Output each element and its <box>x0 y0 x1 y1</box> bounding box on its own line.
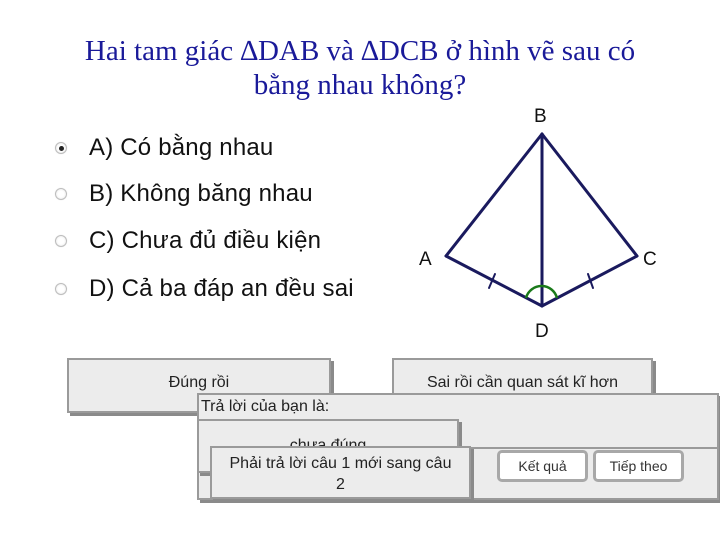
radio-icon[interactable] <box>55 235 67 247</box>
radio-icon[interactable] <box>55 283 67 295</box>
next-button[interactable]: Tiếp theo <box>593 450 684 482</box>
your-answer-label: Trả lời của bạn là: <box>201 398 330 415</box>
option-a-label: A) Có bằng nhau <box>89 134 274 161</box>
option-b-label: B) Không băng nhau <box>89 180 313 207</box>
must-answer-message-line-1: Phải trả lời câu 1 mới sang câu <box>229 455 452 472</box>
must-answer-message-line-2: 2 <box>336 476 345 493</box>
vertex-label-d: D <box>535 321 549 342</box>
must-answer-message-box: Phải trả lời câu 1 mới sang câu 2 <box>210 446 471 499</box>
vertex-label-c: C <box>643 249 657 270</box>
segment-bc <box>540 132 639 258</box>
option-a[interactable]: A) Có bằng nhau <box>55 133 273 163</box>
option-c-label: C) Chưa đủ điều kiện <box>89 227 322 254</box>
vertex-label-a: A <box>419 249 432 270</box>
option-d-label: D) Cả ba đáp an đều sai <box>89 275 354 302</box>
option-d[interactable]: D) Cả ba đáp an đều sai <box>55 274 354 304</box>
incorrect-feedback-text: Sai rồi cần quan sát kĩ hơn <box>426 374 619 391</box>
radio-selected-icon[interactable] <box>55 142 67 154</box>
segment-ad <box>444 254 544 308</box>
correct-feedback-text: Đúng rồi <box>168 374 230 391</box>
angle-mark-adb <box>524 284 543 299</box>
segment-ab <box>444 132 544 258</box>
question-line-1: Hai tam giác ∆DAB và ∆DCB ở hình vẽ sau … <box>84 35 636 67</box>
result-button[interactable]: Kết quả <box>497 450 588 482</box>
angle-mark-cdb <box>541 284 559 299</box>
must-answer-message: Phải trả lời câu 1 mới sang câu 2 <box>212 453 469 495</box>
option-b[interactable]: B) Không băng nhau <box>55 179 313 209</box>
kite-figure: B A C D <box>419 106 657 342</box>
option-c[interactable]: C) Chưa đủ điều kiện <box>55 226 321 256</box>
vertex-label-b: B <box>534 106 547 127</box>
radio-icon[interactable] <box>55 188 67 200</box>
